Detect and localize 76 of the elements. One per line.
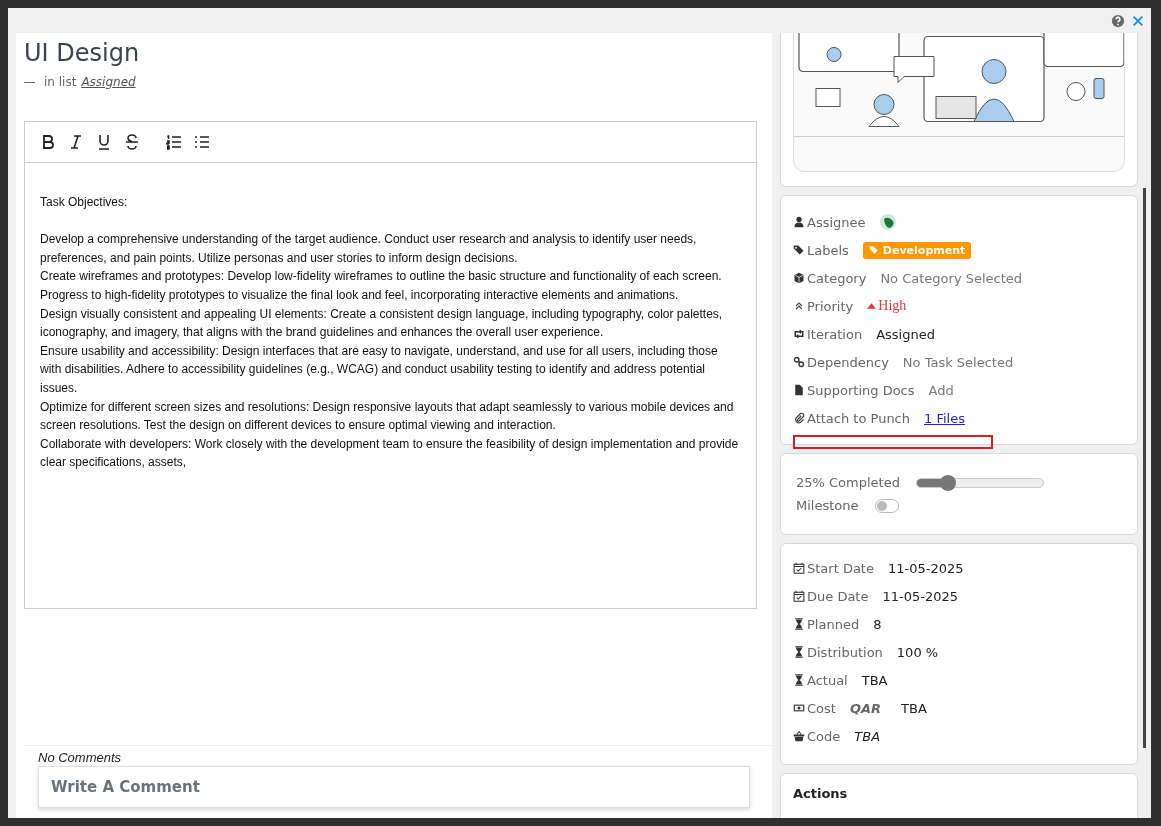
- objective-paragraph: Develop a comprehensive understanding of the target audience. Conduct user research and analysis to identify user needs, preferences, and pain points. Utilize personas and user stories to inform design decisions.: [40, 231, 698, 267]
- detail-label: Actual: [807, 672, 848, 688]
- caret-up-icon: [867, 303, 877, 309]
- field-label: Supporting Docs: [807, 382, 915, 398]
- file-icon: [793, 384, 805, 396]
- basket-icon: [793, 730, 805, 742]
- objective-paragraph: Ensure usability and accessibility: Design interfaces that are easy to navigate, understand, and use for all users, including those with disabilities. Adhere to accessibility guidelines (e.g., WCAG) and conduct usability testing to identify and address potential issues.: [40, 342, 719, 397]
- hourglass-icon: [793, 674, 805, 686]
- field-value[interactable]: No Category Selected: [880, 270, 1023, 286]
- detail-label: Cost: [807, 700, 836, 716]
- field-label: Priority: [807, 298, 854, 314]
- field-label: Assignee: [807, 214, 866, 230]
- dash-mark: [24, 81, 35, 83]
- hourglass-icon: [793, 646, 805, 658]
- detail-value: TBA: [854, 728, 881, 744]
- field-value: Assigned: [876, 326, 935, 342]
- detail-label: Distribution: [807, 644, 883, 660]
- comment-field[interactable]: Write A Comment: [38, 766, 750, 808]
- detail-label: Code: [807, 728, 841, 744]
- underline-icon[interactable]: [96, 134, 112, 150]
- currency-unit: QAR: [849, 700, 882, 716]
- detail-value: TBA: [861, 672, 888, 688]
- progress-label: 25% Completed: [796, 475, 900, 490]
- calendar-check-icon: [793, 562, 805, 574]
- list-link[interactable]: Assigned: [81, 75, 136, 89]
- cube-icon: [793, 272, 805, 284]
- bold-icon[interactable]: [40, 134, 56, 150]
- objectives-heading: Task Objectives:: [40, 194, 129, 211]
- tag-text: Development: [882, 243, 966, 257]
- detail-value: 100 %: [896, 644, 939, 660]
- objective-paragraph: Create wireframes and prototypes: Develop low-fidelity wireframes to outline the basic structure and functionality of each screen. Progress to high-fidelity prototypes to visualize the final look and feel, incorporating interactive elements and animations.: [40, 268, 723, 304]
- objective-paragraph: Optimize for different screen sizes and resolutions: Design responsive layouts that adapt seamlessly to various mobile devices and screen resolutions. Test the design on different devices to ensure optimal viewing and interaction.: [40, 398, 735, 435]
- field-value[interactable]: Add: [928, 382, 954, 398]
- tag-icon: [868, 245, 879, 255]
- avatar-icon[interactable]: [879, 214, 896, 230]
- milestone-toggle[interactable]: [874, 498, 899, 513]
- tags-icon: [793, 244, 805, 256]
- detail-label: Due Date: [807, 588, 869, 604]
- close-icon[interactable]: [1131, 13, 1145, 28]
- detail-value: 8: [873, 616, 882, 632]
- detail-label: Planned: [807, 616, 860, 632]
- field-label: Labels: [807, 242, 849, 258]
- rich-text-editor[interactable]: [24, 121, 757, 609]
- chevrons-up-icon: [793, 300, 805, 312]
- italic-icon[interactable]: [68, 134, 84, 150]
- detail-value: TBA: [901, 700, 927, 716]
- help-icon[interactable]: [1111, 13, 1125, 28]
- progress-slider[interactable]: [915, 477, 1044, 488]
- banknote-icon: [793, 702, 805, 714]
- priority-value[interactable]: High: [878, 298, 907, 314]
- objective-paragraph: Design visually consistent and appealing UI elements: Create a consistent design language, including typography, color palettes, iconography, and imagery, that aligns with the brand guidelines and enhances the overall user experience.: [40, 305, 724, 342]
- objective-paragraph: Collaborate with developers: Work closely with the development team to ensure the feasibility of design implementation and provide clear specifications, assets,: [40, 435, 740, 472]
- link-icon: [793, 356, 805, 368]
- repeat-icon: [793, 328, 805, 340]
- detail-value: 11-05-2025: [887, 560, 964, 576]
- list-prefix: in list: [44, 75, 77, 89]
- actions-heading: Actions: [793, 786, 849, 801]
- scrollbar-thumb[interactable]: [1143, 188, 1146, 748]
- detail-value: 11-05-2025: [882, 588, 958, 604]
- numbered-list-icon[interactable]: [166, 134, 182, 150]
- field-label: Category: [807, 270, 867, 286]
- comments-status: No Comments: [38, 750, 123, 765]
- milestone-label: Milestone: [796, 498, 859, 513]
- field-label: Dependency: [807, 354, 889, 370]
- task-title: UI Design: [24, 39, 141, 67]
- detail-label: Start Date: [807, 560, 874, 576]
- person-icon: [793, 216, 805, 228]
- strikethrough-icon[interactable]: [124, 134, 140, 150]
- field-label: Attach to Punch: [807, 410, 910, 426]
- hourglass-icon: [793, 618, 805, 630]
- files-link[interactable]: 1 Files: [924, 410, 965, 426]
- calendar-check-icon: [793, 590, 805, 602]
- field-label: Iteration: [807, 326, 863, 342]
- field-value[interactable]: No Task Selected: [902, 354, 1014, 370]
- paperclip-icon: [793, 412, 805, 424]
- bullet-list-icon[interactable]: [194, 134, 210, 150]
